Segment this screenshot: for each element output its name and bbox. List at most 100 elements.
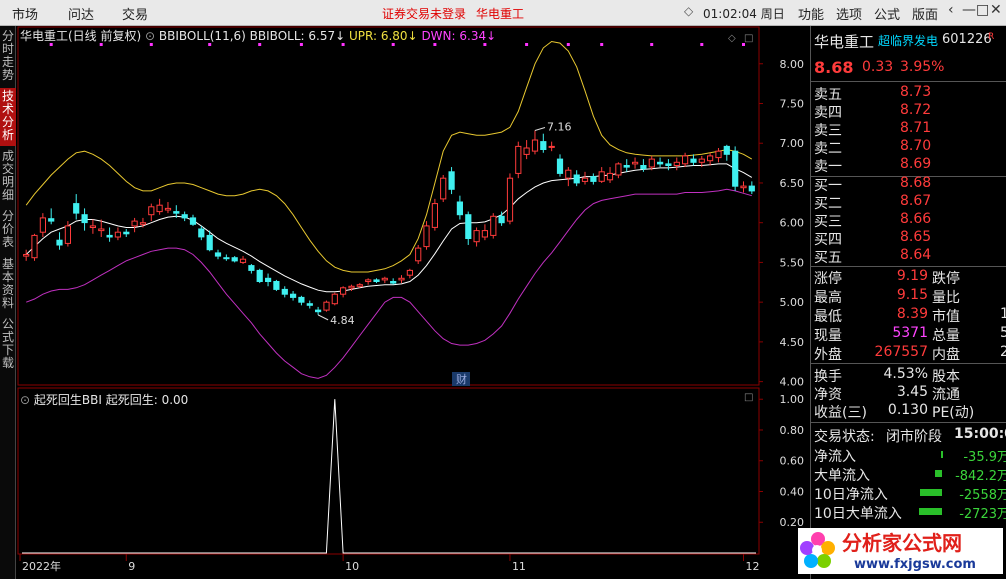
flow-label: 净流入 (814, 449, 856, 465)
stat-label2: 跌停 (932, 271, 960, 287)
menu-wenda[interactable]: 问达 (68, 4, 94, 23)
candle-up (23, 254, 30, 257)
bid-label: 买一 (814, 178, 842, 194)
petal (804, 554, 818, 568)
candle-down (189, 217, 197, 225)
candle-up (707, 155, 714, 162)
stock-code: 601226 (942, 32, 992, 47)
y-tick-label: 6.50 (780, 177, 805, 190)
ask-label: 卖四 (814, 105, 842, 121)
signal-dot (600, 43, 604, 46)
menu-formula[interactable]: 公式 (874, 4, 900, 23)
x-tick-label: 12 (745, 560, 759, 573)
ask-label: 卖二 (814, 141, 842, 157)
tab-price-table[interactable]: 分价表 (0, 208, 16, 254)
square-icon[interactable]: □ (744, 392, 753, 403)
bid-label: 买二 (814, 196, 842, 212)
back-icon[interactable]: ‹ (948, 2, 954, 18)
candle-down (456, 201, 463, 216)
menu-market[interactable]: 市场 (12, 4, 38, 23)
maximize-icon[interactable]: □ (976, 2, 989, 18)
square-icon[interactable]: □ (744, 33, 753, 44)
tab-fundamentals[interactable]: 基本资料 (0, 256, 16, 314)
ask-price: 8.71 (900, 120, 932, 136)
candle-down (315, 309, 322, 313)
low-marker-label: 4.84 (330, 314, 355, 327)
candle-up (440, 177, 447, 200)
candle-up (139, 222, 147, 225)
tab-trade-details[interactable]: 成交明细 (0, 148, 16, 206)
menu-function[interactable]: 功能 (798, 4, 824, 23)
candle-up (682, 155, 689, 165)
candle-down (690, 158, 697, 163)
flow-value: -842.2万 (955, 469, 1006, 484)
candle-up (565, 169, 572, 179)
indicator-menu-icon[interactable]: ⊙ (20, 393, 30, 407)
y-tick-label: 6.00 (780, 217, 805, 230)
stat-value: 9.15 (896, 287, 928, 303)
cai-badge[interactable]: 财 (456, 372, 467, 386)
flow-value: -2558万 (959, 488, 1006, 503)
tab-intraday[interactable]: 分时走势 (0, 28, 16, 86)
candle-up (548, 145, 555, 148)
y-tick-label: 1.00 (780, 393, 805, 406)
candle-up (740, 185, 747, 189)
candle-down (81, 214, 88, 224)
candle-down (573, 174, 580, 184)
stat-value: 4.53% (883, 366, 928, 382)
x-tick-label: 9 (128, 560, 135, 573)
y-tick-label: 4.50 (780, 336, 805, 349)
menu-trade[interactable]: 交易 (122, 4, 148, 23)
close-icon[interactable]: ✕ (990, 2, 1002, 18)
diamond-icon[interactable]: ◇ (728, 33, 736, 44)
candle-up (632, 161, 639, 165)
candle-down (540, 141, 547, 150)
tab-formula-download[interactable]: 公式下载 (0, 316, 16, 374)
indicator-menu-icon[interactable]: ⊙ (145, 29, 155, 43)
trade-time: 15:00:0 (954, 426, 1006, 442)
candle-down (373, 279, 380, 282)
signal-dot (650, 43, 654, 46)
candle-down (273, 281, 280, 290)
bid-price: 8.66 (900, 211, 932, 227)
candle-up (581, 177, 589, 182)
quote-stock-name: 华电重工 (814, 33, 875, 51)
indicator-info-bar: ⊙ 起死回生BBI 起死回生: 0.00 (20, 391, 188, 408)
minimize-icon[interactable]: — (962, 2, 976, 18)
diamond-icon[interactable]: ◇ (684, 4, 693, 18)
stat-value: 0.130 (887, 402, 928, 418)
x-tick-label: 10 (345, 560, 359, 573)
top-stock-name: 华电重工 (476, 7, 525, 21)
login-status[interactable]: 证券交易未登录 (382, 5, 466, 22)
tab-technical-analysis[interactable]: 技术分析 (0, 88, 16, 146)
candle-up (423, 225, 430, 248)
indicator-name[interactable]: BBIBOLL(11,6) (159, 29, 246, 43)
candle-down (181, 214, 188, 219)
candle-down (448, 171, 455, 190)
candle-up (515, 145, 522, 174)
y-tick-label: 0.60 (780, 455, 805, 468)
candle-down (732, 150, 739, 187)
menu-layout[interactable]: 版面 (912, 4, 938, 23)
candle-up (148, 206, 155, 216)
menu-options[interactable]: 选项 (836, 4, 862, 23)
candle-up (506, 177, 514, 222)
indicator2-name[interactable]: 起死回生BBI (34, 393, 102, 407)
kline-chart[interactable]: 8.00 7.50 7.00 6.50 6.00 5.50 5.00 4.50 4.00 1.00… (16, 26, 810, 579)
stock-code-suffix: R (988, 32, 995, 42)
high-marker-label: 7.16 (547, 121, 572, 134)
stat-label2: 市值 (932, 309, 960, 325)
candle-down (173, 211, 180, 214)
candle-up (598, 171, 605, 182)
ask-label: 卖三 (814, 123, 842, 139)
bid-label: 买三 (814, 214, 842, 230)
candle-down (290, 293, 297, 298)
candle-down (623, 165, 630, 168)
candle-up (615, 163, 622, 176)
x-tick-label: 2022年 (22, 559, 61, 573)
stat-label: 外盘 (814, 347, 842, 363)
bid-price: 8.65 (900, 229, 932, 245)
candle-up (673, 161, 680, 167)
petal (817, 554, 831, 568)
concept-badge[interactable]: 超临界发电 (878, 32, 938, 49)
